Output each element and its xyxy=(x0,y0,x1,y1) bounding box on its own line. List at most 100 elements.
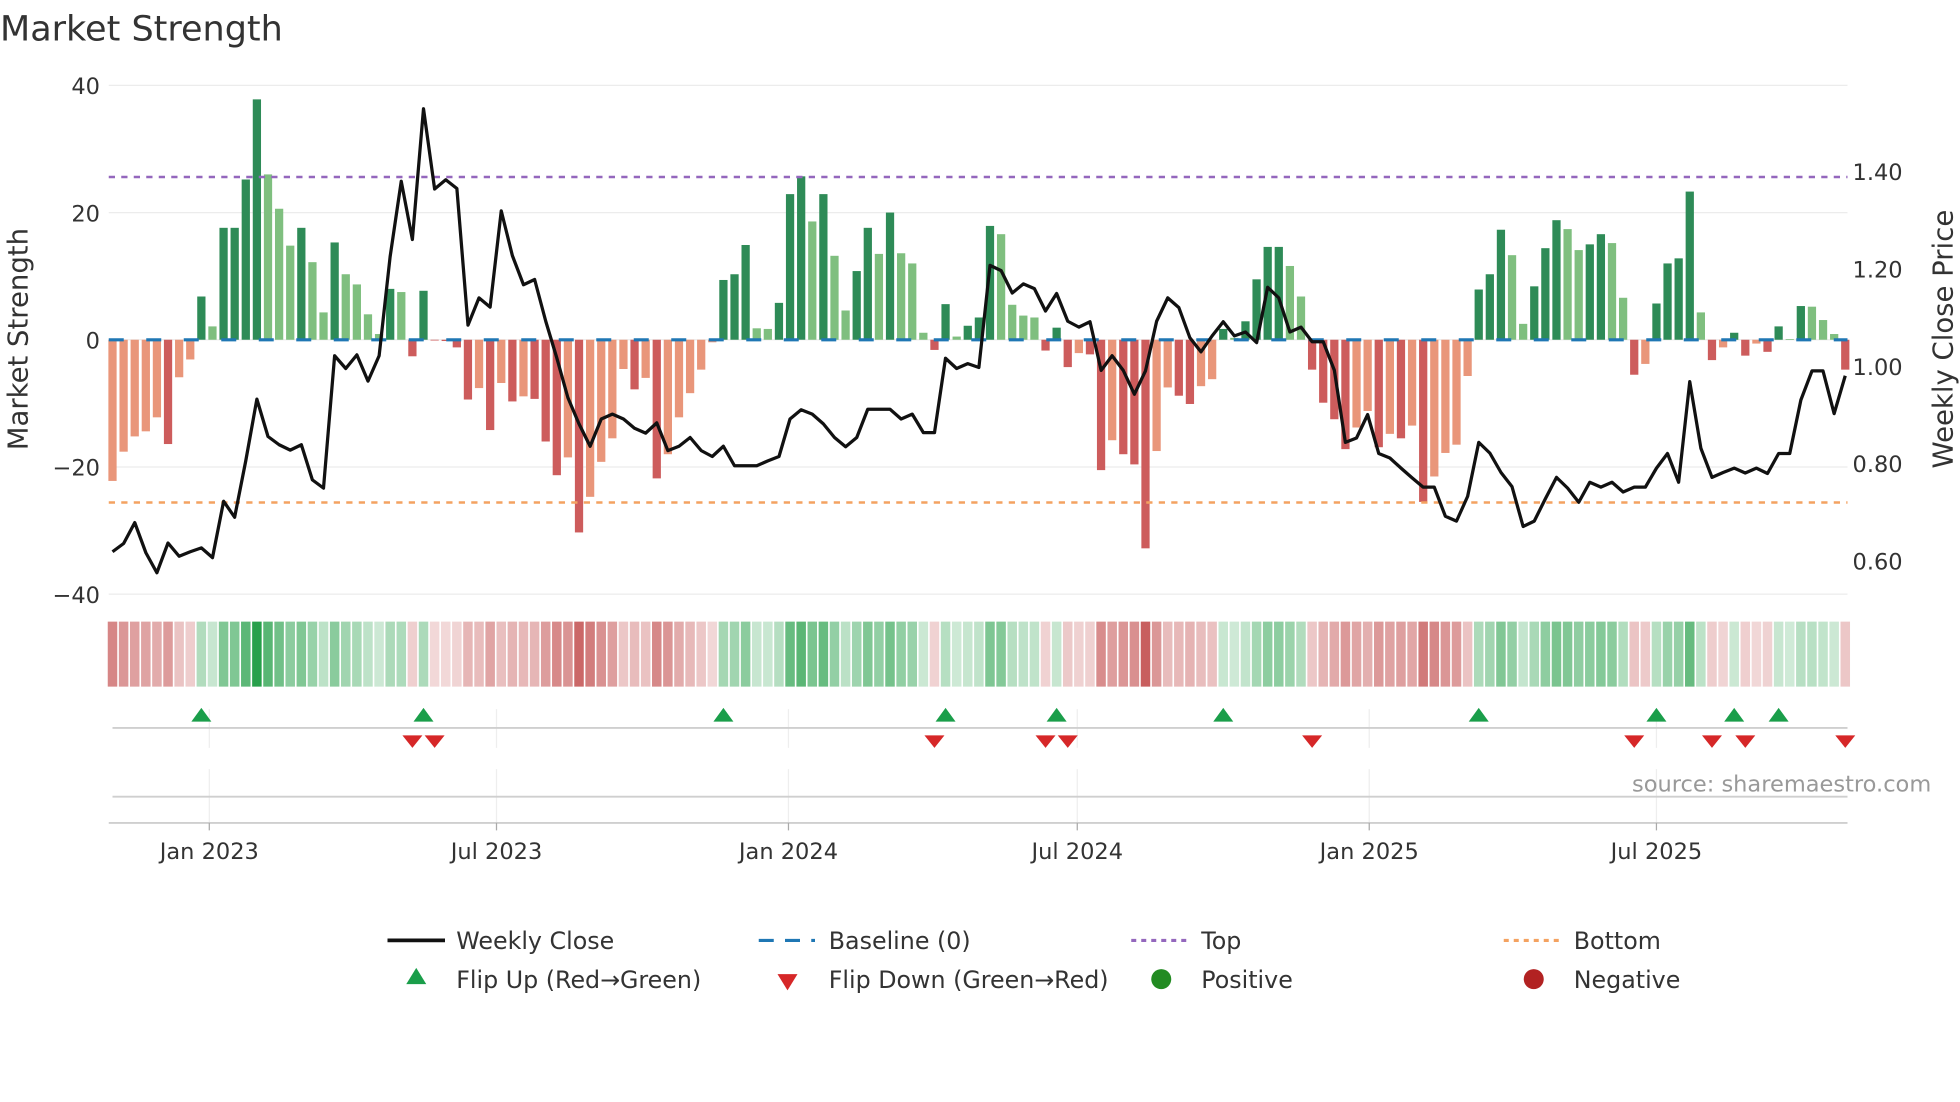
heat-cell xyxy=(1773,621,1784,687)
strength-bar xyxy=(197,296,206,340)
heat-cell xyxy=(440,621,451,687)
heat-cell xyxy=(429,621,440,687)
heat-cell xyxy=(1818,621,1828,687)
heat-cell xyxy=(274,621,284,687)
heat-cell xyxy=(1329,621,1340,687)
gridlines xyxy=(108,84,1848,823)
heat-cell xyxy=(1407,621,1417,687)
heat-cell xyxy=(452,621,462,687)
strength-bar xyxy=(941,304,950,340)
heat-cell xyxy=(1262,621,1273,687)
strength-bar xyxy=(1696,312,1705,340)
strength-bar xyxy=(474,339,484,389)
strength-bar xyxy=(1019,315,1028,340)
strength-bar xyxy=(674,339,684,418)
heat-cell xyxy=(407,621,418,687)
heat-cell xyxy=(396,621,407,687)
heat-cell xyxy=(1518,621,1528,687)
heat-cell xyxy=(929,621,940,687)
heat-cell xyxy=(840,621,851,687)
heat-cell xyxy=(1207,621,1217,687)
strength-bar xyxy=(274,208,284,340)
flip-up-marker xyxy=(935,707,956,722)
heat-cell xyxy=(1585,621,1595,687)
strength-bar xyxy=(1396,339,1406,439)
strength-bar xyxy=(1485,274,1494,340)
strength-bar xyxy=(1618,297,1628,340)
flip-down-marker xyxy=(1624,735,1645,748)
heat-cell xyxy=(107,621,118,687)
heat-cell xyxy=(174,621,184,687)
strength-bar xyxy=(141,339,150,432)
flip-up-marker xyxy=(1468,707,1489,722)
heat-cell xyxy=(1396,621,1406,687)
strength-bar xyxy=(486,339,495,431)
heat-cell xyxy=(1707,621,1717,687)
heat-cell xyxy=(1473,621,1484,687)
strength-bar xyxy=(641,339,650,378)
heat-cell xyxy=(974,621,984,687)
heat-cell xyxy=(685,621,695,687)
strength-bar xyxy=(1507,255,1517,340)
legend-negative-label: Negative xyxy=(1574,966,1681,994)
x-tick-label: Jan 2025 xyxy=(1318,839,1419,865)
strength-bar xyxy=(1385,339,1394,434)
strength-bar xyxy=(419,290,428,340)
heat-cell xyxy=(1285,621,1295,687)
market-strength-chart: Market Strength 40 20 0 −20 −40 1.40 1.20 1.00… xyxy=(0,9,1960,994)
strength-bar xyxy=(1585,244,1594,340)
strength-bar xyxy=(263,174,273,340)
legend-positive-label: Positive xyxy=(1201,966,1293,994)
heat-cell xyxy=(1796,621,1806,687)
strength-bar xyxy=(130,339,139,437)
strength-bar xyxy=(952,336,961,340)
strength-bar xyxy=(885,212,895,340)
heat-cell xyxy=(885,621,895,687)
strength-bar xyxy=(819,194,828,340)
heat-cell xyxy=(751,621,762,687)
strength-bar xyxy=(1074,339,1083,354)
heat-cell xyxy=(540,621,551,687)
heat-cell xyxy=(1085,621,1095,687)
flip-up-marker xyxy=(1724,707,1745,722)
heat-cell xyxy=(552,621,562,687)
strength-bar xyxy=(397,292,406,340)
strength-bar xyxy=(430,339,439,341)
heat-cell xyxy=(618,621,629,687)
strength-bar xyxy=(1807,306,1817,340)
heat-cell xyxy=(1018,621,1029,687)
strength-bar xyxy=(175,339,184,378)
flip-down-marker xyxy=(1735,735,1756,748)
heat-cell xyxy=(352,621,362,687)
heat-cell xyxy=(129,621,140,687)
positive-circle-icon xyxy=(1151,969,1172,990)
legend-flip-down-label: Flip Down (Green→Red) xyxy=(829,966,1109,994)
heat-cell xyxy=(863,621,873,687)
strength-bar xyxy=(1008,304,1017,340)
heat-cell xyxy=(1374,621,1384,687)
heat-cell xyxy=(1540,621,1551,687)
heat-cell xyxy=(1529,621,1540,687)
y-tick-label: −20 xyxy=(53,456,100,482)
heat-cell xyxy=(474,621,484,687)
strength-bar xyxy=(1841,339,1850,370)
strength-bar xyxy=(830,255,839,340)
heat-cell xyxy=(896,621,906,687)
strength-bar xyxy=(841,310,850,340)
strength-bar xyxy=(1407,339,1417,426)
flip-up-triangle-icon xyxy=(406,967,427,985)
strength-bar xyxy=(1630,339,1639,375)
strength-bar xyxy=(297,227,306,340)
heat-cell xyxy=(485,621,495,687)
x-tick-label: Jan 2024 xyxy=(737,839,838,865)
heat-cell xyxy=(1618,621,1628,687)
strength-bar xyxy=(1219,328,1228,340)
heat-cell xyxy=(829,621,840,687)
strength-bar xyxy=(1818,320,1828,340)
heat-cell xyxy=(1251,621,1262,687)
y-tick-label: −40 xyxy=(53,583,100,609)
heat-cell xyxy=(1118,621,1129,687)
y-axis-label: Market Strength xyxy=(3,228,35,450)
strength-bar xyxy=(852,271,861,340)
heat-cell xyxy=(241,621,251,687)
